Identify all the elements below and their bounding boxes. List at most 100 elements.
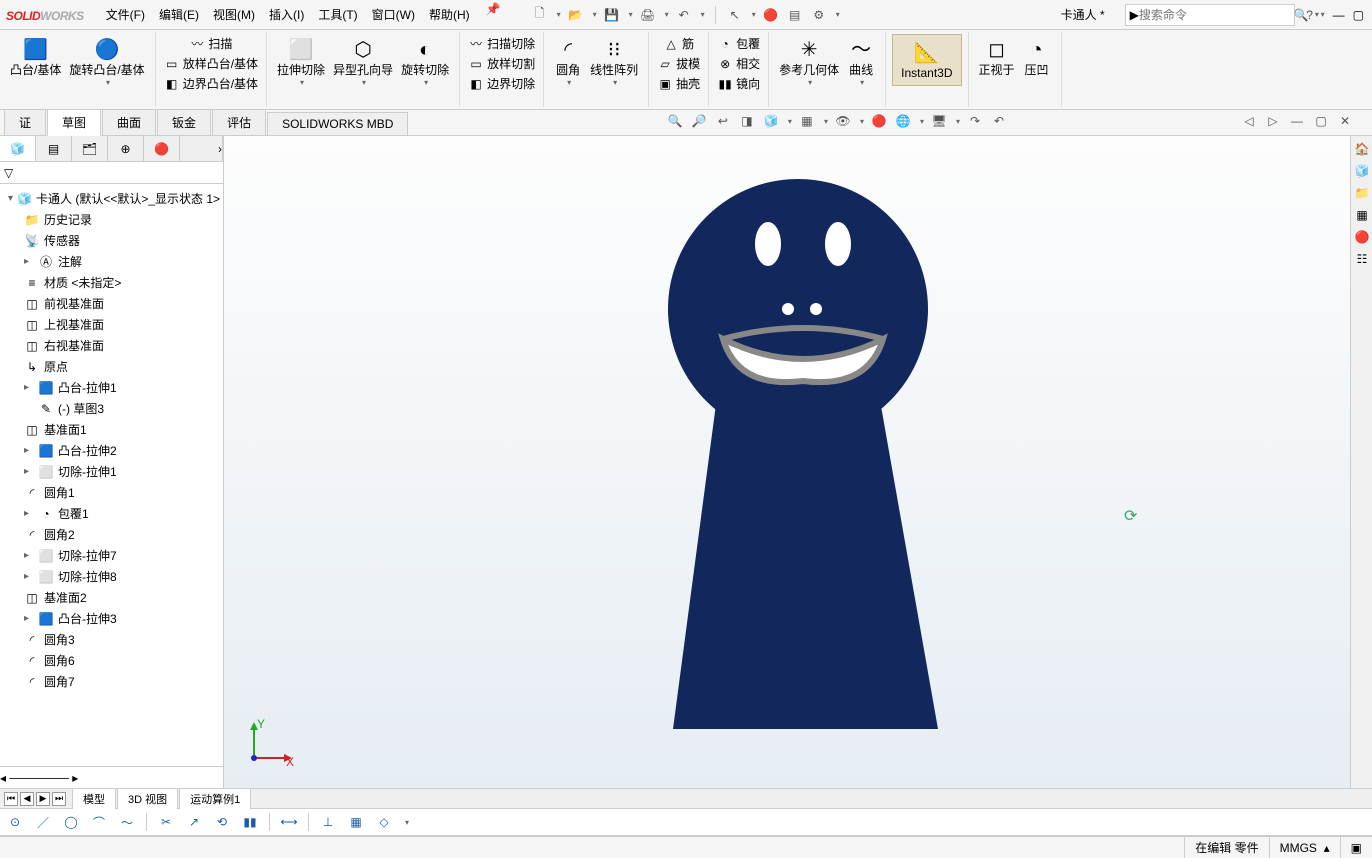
wrap-button[interactable]: ◔包覆 xyxy=(715,34,762,53)
win-prev-icon[interactable]: ◁ xyxy=(1240,112,1258,130)
status-units[interactable]: MMGS ▴ xyxy=(1269,837,1340,858)
tab-sketch[interactable]: 草图 xyxy=(47,109,101,136)
search-box[interactable]: ▶ 🔍▾ xyxy=(1125,4,1295,26)
revolve-cut-button[interactable]: ◐旋转切除▾ xyxy=(397,34,453,89)
pin-icon[interactable]: 📌 xyxy=(486,2,501,27)
btm-tab-model[interactable]: 模型 xyxy=(72,788,116,809)
curves-button[interactable]: 〜曲线▾ xyxy=(843,34,879,89)
menu-insert[interactable]: 插入(I) xyxy=(263,2,310,27)
ref-geometry-button[interactable]: ✳参考几何体▾ xyxy=(775,34,843,89)
tree-fillet1[interactable]: ◜圆角1 xyxy=(2,482,221,503)
tab-mbd[interactable]: SOLIDWORKS MBD xyxy=(267,112,408,135)
tp-custom-props-icon[interactable]: ☷ xyxy=(1353,250,1371,268)
tree-cut1[interactable]: ▸⬜切除-拉伸1 xyxy=(2,461,221,482)
menu-tools[interactable]: 工具(T) xyxy=(312,2,363,27)
extrude-cut-button[interactable]: ⬜拉伸切除▾ xyxy=(273,34,329,89)
sk-grid-icon[interactable]: ▦ xyxy=(347,813,365,831)
tab-next-icon[interactable]: ▶ xyxy=(36,792,50,806)
fm-filter[interactable]: ▽ xyxy=(0,162,223,184)
shell-button[interactable]: ▣抽壳 xyxy=(655,74,702,93)
fm-tab-property[interactable]: ▤ xyxy=(36,136,72,161)
sk-dim-icon[interactable]: ⟷ xyxy=(280,813,298,831)
tab-surfaces[interactable]: 曲面 xyxy=(102,109,156,135)
display-icon[interactable]: 🖥 xyxy=(930,112,948,130)
rebuild-icon[interactable]: 🔴 xyxy=(762,6,780,24)
tree-fillet2[interactable]: ◜圆角2 xyxy=(2,524,221,545)
status-custom-icon[interactable]: ▣ xyxy=(1340,837,1372,858)
emboss-button[interactable]: ◔压凹 xyxy=(1019,34,1055,80)
mirror-button[interactable]: ▮▮镜向 xyxy=(715,74,762,93)
tab-last-icon[interactable]: ⏭ xyxy=(52,792,66,806)
hole-wizard-button[interactable]: ⬡异型孔向导▾ xyxy=(329,34,397,89)
win-min-icon[interactable]: — xyxy=(1288,112,1306,130)
intersect-button[interactable]: ⊗相交 xyxy=(715,54,762,73)
help-icon[interactable]: ? xyxy=(1301,6,1319,24)
print-icon[interactable]: 🖨 xyxy=(639,6,657,24)
sk-offset-icon[interactable]: ⟲ xyxy=(213,813,231,831)
fm-tab-display[interactable]: 🔴 xyxy=(144,136,180,161)
win-close-icon[interactable]: ✕ xyxy=(1336,112,1354,130)
boundary-cut-button[interactable]: ◧边界切除 xyxy=(466,74,537,93)
maximize-icon[interactable]: ▢ xyxy=(1353,8,1364,22)
new-icon[interactable]: 🗋 xyxy=(531,6,549,24)
search-run-icon[interactable]: ▶ xyxy=(1130,8,1139,22)
sk-rel1-icon[interactable]: ⊥ xyxy=(319,813,337,831)
minimize-icon[interactable]: — xyxy=(1333,8,1345,22)
sk-spline-icon[interactable]: 〜 xyxy=(118,813,136,831)
display-style-icon[interactable]: ▦ xyxy=(798,112,816,130)
graphics-area[interactable]: ⟳ Y X 🏠 🧊 📁 ▦ 🔴 ☷ xyxy=(224,136,1372,788)
boundary-boss-button[interactable]: ◧边界凸台/基体 xyxy=(162,74,260,93)
fm-tab-dimxpert[interactable]: ⊕ xyxy=(108,136,144,161)
linear-pattern-button[interactable]: ⁝⁝线性阵列▾ xyxy=(586,34,642,89)
tp-library-icon[interactable]: 📁 xyxy=(1353,184,1371,202)
tree-boss3[interactable]: ▸🟦凸台-拉伸3 xyxy=(2,608,221,629)
tab-features[interactable]: 证 xyxy=(4,109,46,135)
tab-evaluate[interactable]: 评估 xyxy=(212,109,266,135)
tp-view-palette-icon[interactable]: ▦ xyxy=(1353,206,1371,224)
tree-top-plane[interactable]: ◫上视基准面 xyxy=(2,314,221,335)
menu-window[interactable]: 窗口(W) xyxy=(366,2,421,27)
sk-mirror-icon[interactable]: ▮▮ xyxy=(241,813,259,831)
extrude-boss-button[interactable]: 🟦凸台/基体 xyxy=(6,34,65,89)
tree-front-plane[interactable]: ◫前视基准面 xyxy=(2,293,221,314)
sk-extend-icon[interactable]: ↗ xyxy=(185,813,203,831)
btm-tab-motion1[interactable]: 运动算例1 xyxy=(179,788,251,809)
tab-first-icon[interactable]: ⏮ xyxy=(4,792,18,806)
menu-edit[interactable]: 编辑(E) xyxy=(153,2,205,27)
tree-sensors[interactable]: 📡传感器 xyxy=(2,230,221,251)
tree-plane1[interactable]: ◫基准面1 xyxy=(2,419,221,440)
undo-icon[interactable]: ↶ xyxy=(675,6,693,24)
revolve-boss-button[interactable]: 🔵旋转凸台/基体▾ xyxy=(65,34,148,89)
sk-arc-icon[interactable]: ⌒ xyxy=(90,813,108,831)
instant3d-button[interactable]: 📐Instant3D xyxy=(892,34,961,86)
options-icon[interactable]: ⚙ xyxy=(810,6,828,24)
open-icon[interactable]: 📂 xyxy=(567,6,585,24)
zoom-fit-icon[interactable]: 🔍 xyxy=(666,112,684,130)
fm-hscroll[interactable]: ◂ ─────── ▸ xyxy=(0,766,223,788)
hide-show-icon[interactable]: 👁 xyxy=(834,112,852,130)
tab-sheetmetal[interactable]: 钣金 xyxy=(157,109,211,135)
tp-resources-icon[interactable]: 🧊 xyxy=(1353,162,1371,180)
prev-view-icon[interactable]: ↩ xyxy=(714,112,732,130)
tree-right-plane[interactable]: ◫右视基准面 xyxy=(2,335,221,356)
win-next-icon[interactable]: ▷ xyxy=(1264,112,1282,130)
tree-annotations[interactable]: ▸Ⓐ注解 xyxy=(2,251,221,272)
win-max-icon[interactable]: ▢ xyxy=(1312,112,1330,130)
tab-prev-icon[interactable]: ◀ xyxy=(20,792,34,806)
tp-appearances-icon[interactable]: 🔴 xyxy=(1353,228,1371,246)
tree-cut7[interactable]: ▸⬜切除-拉伸7 xyxy=(2,545,221,566)
fm-tab-more[interactable]: › xyxy=(180,136,223,161)
fm-tab-tree[interactable]: 🧊 xyxy=(0,136,36,161)
select-icon[interactable]: ↖ xyxy=(726,6,744,24)
tp-home-icon[interactable]: 🏠 xyxy=(1353,140,1371,158)
sk-point-icon[interactable]: ⊙ xyxy=(6,813,24,831)
redo-view-icon[interactable]: ↷ xyxy=(966,112,984,130)
tree-wrap1[interactable]: ▸◔包覆1 xyxy=(2,503,221,524)
loft-boss-button[interactable]: ▭放样凸台/基体 xyxy=(162,54,260,73)
section-view-icon[interactable]: ◨ xyxy=(738,112,756,130)
tree-sketch3[interactable]: ✎(-) 草图3 xyxy=(2,398,221,419)
tree-boss2[interactable]: ▸🟦凸台-拉伸2 xyxy=(2,440,221,461)
tree-history[interactable]: 📁历史记录 xyxy=(2,209,221,230)
swept-cut-button[interactable]: 〰扫描切除 xyxy=(466,34,537,53)
normal-to-button[interactable]: ◻正视于 xyxy=(975,34,1019,80)
